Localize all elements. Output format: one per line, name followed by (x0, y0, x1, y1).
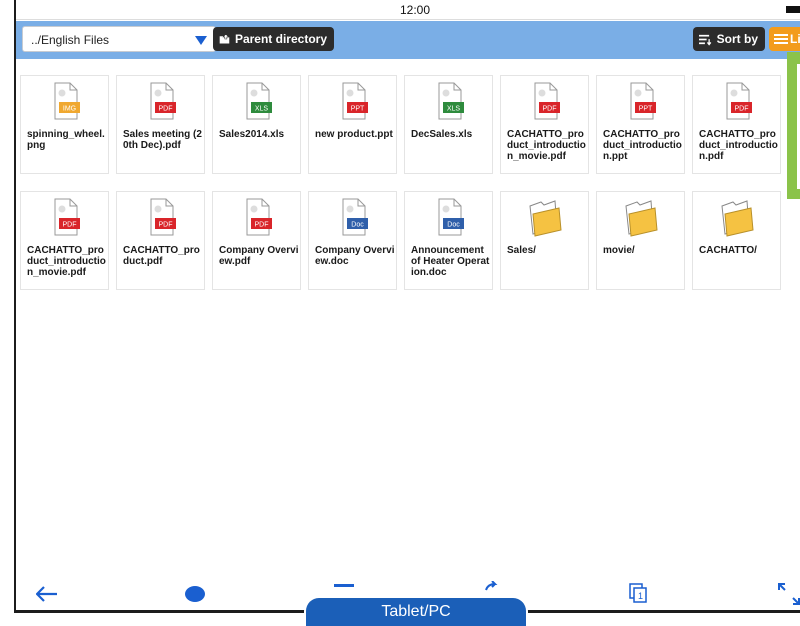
file-type-label: PPT (351, 106, 365, 113)
file-name: Company Overview.doc (315, 245, 395, 267)
back-arrow-icon[interactable] (36, 586, 58, 602)
file-name: Sales2014.xls (219, 129, 285, 140)
sort-by-button[interactable]: Sort by (693, 27, 765, 51)
file-name: new product.ppt (315, 129, 393, 140)
pdf-file-icon: PDF (54, 198, 80, 236)
folder-icon (529, 200, 562, 237)
file-tile[interactable]: PPT new product.ppt (308, 75, 397, 174)
file-type-label: XLS (255, 106, 269, 113)
parent-directory-label: Parent directory (234, 32, 327, 46)
file-tile[interactable]: PDF CACHATTO_product.pdf (116, 191, 205, 290)
xls-file-icon: XLS (246, 82, 272, 120)
img-file-icon: IMG (54, 82, 80, 120)
status-time: 12:00 (400, 3, 431, 17)
doc-file-icon: Doc (438, 198, 464, 236)
file-type-label: PDF (159, 106, 173, 113)
file-type-label: PDF (735, 106, 749, 113)
sort-by-label: Sort by (716, 32, 758, 46)
file-name: Sales meeting (20th Dec).pdf (123, 129, 202, 151)
file-name: spinning_wheel.png (27, 129, 105, 151)
folder-tile[interactable]: Sales/ (500, 191, 589, 290)
file-name: Sales/ (507, 245, 536, 256)
file-tile[interactable]: PDF Company Overview.pdf (212, 191, 301, 290)
battery-icon (786, 6, 800, 13)
folder-icon (625, 200, 658, 237)
file-type-label: Doc (351, 222, 364, 229)
pdf-file-icon: PDF (726, 82, 752, 120)
file-name: CACHATTO_product_introduction_movie.pdf (507, 129, 586, 162)
divider (14, 611, 304, 613)
file-tile[interactable]: PDF CACHATTO_product_introduction.pdf (692, 75, 781, 174)
xls-file-icon: XLS (438, 82, 464, 120)
list-view-label: Li (790, 32, 800, 46)
sort-icon (699, 34, 712, 46)
file-name: CACHATTO/ (699, 245, 757, 256)
file-type-label: PDF (159, 222, 173, 229)
file-tile[interactable]: XLS DecSales.xls (404, 75, 493, 174)
file-type-label: PDF (255, 222, 269, 229)
file-name: CACHATTO_product.pdf (123, 245, 200, 267)
file-name: Announcement of Heater Operation.doc (411, 245, 490, 278)
file-name: CACHATTO_product_introduction.ppt (603, 129, 682, 162)
file-tile[interactable]: PDF CACHATTO_product_introduction_movie.p… (20, 191, 109, 290)
share-arrow-icon[interactable] (484, 581, 498, 591)
path-select-value: ../English Files (31, 33, 110, 47)
chevron-down-icon (195, 36, 207, 45)
file-type-label: Doc (447, 222, 460, 229)
chat-bubble-icon[interactable] (184, 585, 206, 603)
folder-up-icon (219, 33, 230, 44)
file-tile[interactable]: XLS Sales2014.xls (212, 75, 301, 174)
doc-file-icon: Doc (342, 198, 368, 236)
path-select[interactable]: ../English Files (22, 26, 216, 52)
file-name: movie/ (603, 245, 635, 256)
file-tile[interactable]: PDF CACHATTO_product_introduction_movie.p… (500, 75, 589, 174)
pdf-file-icon: PDF (246, 198, 272, 236)
file-name: Company Overview.pdf (219, 245, 299, 267)
file-type-label: PPT (639, 106, 653, 113)
file-tile[interactable]: Doc Announcement of Heater Operation.doc (404, 191, 493, 290)
folder-icon (721, 200, 754, 237)
status-bar: 12:00 (16, 0, 800, 20)
pdf-file-icon: PDF (534, 82, 560, 120)
device-label: Tablet/PC (304, 596, 528, 626)
fullscreen-icon[interactable] (778, 583, 800, 605)
folder-tile[interactable]: movie/ (596, 191, 685, 290)
file-type-label: PDF (63, 222, 77, 229)
file-name: CACHATTO_product_introduction.pdf (699, 129, 778, 162)
file-type-label: PDF (543, 106, 557, 113)
list-view-button[interactable]: Li (769, 27, 800, 51)
minus-icon[interactable] (334, 583, 354, 589)
file-name: DecSales.xls (411, 129, 473, 140)
file-tile[interactable]: IMG spinning_wheel.png (20, 75, 109, 174)
svg-text:1: 1 (638, 591, 643, 601)
folder-tile[interactable]: CACHATTO/ (692, 191, 781, 290)
file-tile[interactable]: PDF Sales meeting (20th Dec).pdf (116, 75, 205, 174)
file-tile[interactable]: PPT CACHATTO_product_introduction.ppt (596, 75, 685, 174)
list-icon (774, 34, 788, 44)
ppt-file-icon: PPT (342, 82, 368, 120)
parent-directory-button[interactable]: Parent directory (213, 27, 334, 51)
toolbar: ../English Files Parent directory Sort b… (16, 21, 800, 59)
file-tile[interactable]: Doc Company Overview.doc (308, 191, 397, 290)
page-number-icon[interactable]: 1 (629, 583, 647, 603)
file-type-label: IMG (63, 106, 76, 113)
file-name: CACHATTO_product_introduction_movie.pdf (27, 245, 106, 278)
file-type-label: XLS (447, 106, 461, 113)
divider (528, 611, 800, 613)
pdf-file-icon: PDF (150, 82, 176, 120)
ppt-file-icon: PPT (630, 82, 656, 120)
pdf-file-icon: PDF (150, 198, 176, 236)
